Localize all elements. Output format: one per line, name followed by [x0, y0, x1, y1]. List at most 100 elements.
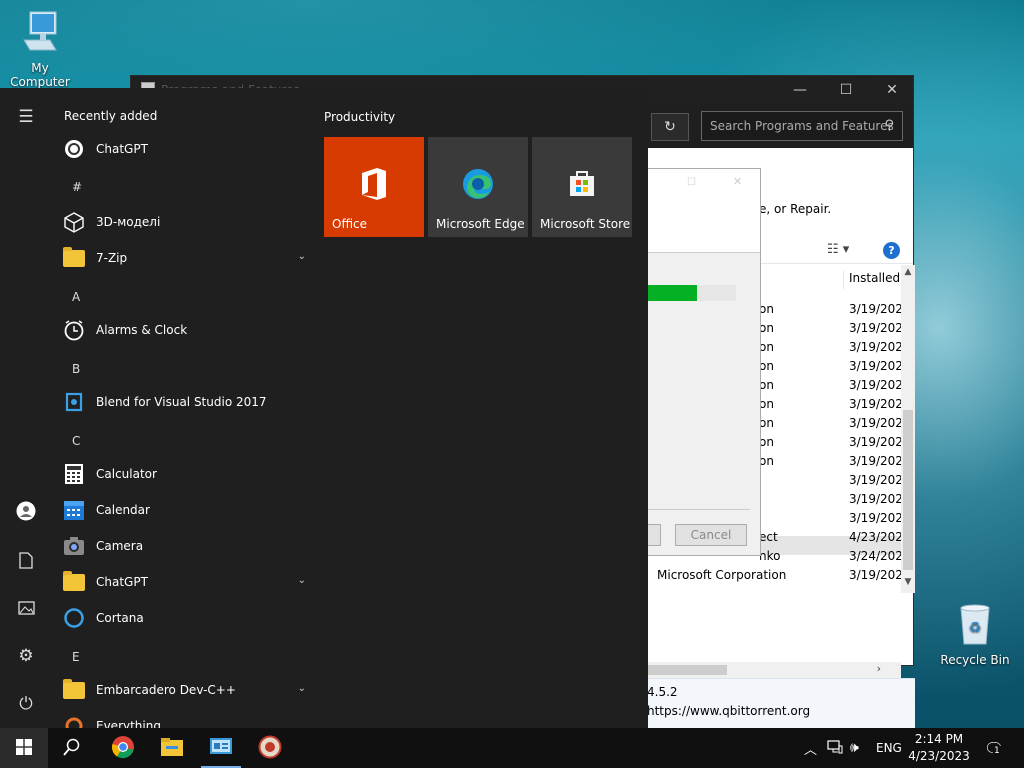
cancel-button[interactable]: Cancel — [675, 524, 747, 546]
app-chatgpt-recent[interactable]: ChatGPT — [62, 134, 306, 164]
taskbar-control-panel[interactable] — [197, 728, 245, 768]
app-calendar[interactable]: Calendar — [62, 495, 306, 525]
horizontal-scrollbar[interactable]: › — [647, 662, 901, 678]
taskbar-installer-app[interactable] — [246, 728, 294, 768]
row-publisher: on — [759, 359, 774, 373]
minimize-button[interactable]: — — [777, 76, 823, 104]
view-options-icon[interactable]: ☷ ▾ — [827, 242, 849, 257]
row-installed-on: 3/19/2023 — [849, 492, 901, 506]
app-label: Everything — [96, 719, 161, 728]
scroll-right-icon[interactable]: › — [877, 662, 881, 675]
control-panel-icon — [209, 737, 233, 760]
desktop-icon-recycle-bin[interactable]: ♻ Recycle Bin — [935, 602, 1015, 667]
action-center-button[interactable]: 🗨1 — [984, 728, 1004, 768]
taskbar-file-explorer[interactable] — [148, 728, 196, 768]
letter-header-c[interactable]: C — [72, 434, 80, 448]
computer-icon — [0, 10, 80, 57]
row-publisher: on — [759, 397, 774, 411]
app-camera[interactable]: Camera — [62, 531, 306, 561]
app-folder-7zip[interactable]: 7-Zip ⌄ — [62, 243, 306, 273]
maximize-button[interactable]: ☐ — [823, 76, 869, 104]
letter-header-hash[interactable]: # — [72, 180, 82, 194]
edge-icon — [461, 167, 495, 204]
details-url[interactable]: https://www.qbittorrent.org — [647, 704, 810, 718]
letter-header-b[interactable]: B — [72, 362, 80, 376]
file-explorer-icon — [160, 737, 184, 760]
store-icon — [566, 167, 598, 202]
power-icon[interactable]: ⏻ — [15, 693, 37, 715]
scroll-up-icon[interactable]: ▲ — [901, 267, 915, 281]
row-installed-on: 3/19/2023 — [849, 359, 901, 373]
row-installed-on: 4/23/2023 — [849, 530, 901, 544]
column-header-installed-on[interactable]: Installed O — [843, 271, 901, 289]
scrollbar-thumb[interactable] — [647, 665, 727, 675]
documents-icon[interactable] — [15, 549, 37, 571]
dialog-maximize-icon: ☐ — [687, 177, 696, 188]
user-account-icon[interactable] — [15, 500, 37, 522]
chevron-down-icon: ⌄ — [297, 251, 306, 262]
settings-gear-icon[interactable]: ⚙ — [15, 645, 37, 667]
letter-header-e[interactable]: E — [72, 650, 80, 664]
row-installed-on: 3/19/2023 — [849, 397, 901, 411]
app-list[interactable]: Recently added ChatGPT # 3D-моделі 7-Zip… — [50, 88, 312, 728]
search-button[interactable] — [48, 728, 96, 768]
folder-icon — [62, 570, 86, 594]
tile-microsoft-store[interactable]: Microsoft Store — [532, 137, 632, 237]
desktop-icon-my-computer[interactable]: My Computer — [0, 10, 80, 89]
taskbar-chrome[interactable] — [99, 728, 147, 768]
row-publisher: on — [759, 454, 774, 468]
app-label: Blend for Visual Studio 2017 — [96, 395, 267, 409]
search-icon: ⚲ — [884, 118, 894, 133]
language-indicator[interactable]: ENG — [876, 728, 902, 768]
app-calculator[interactable]: Calculator — [62, 459, 306, 489]
search-icon — [63, 738, 81, 759]
details-version: 4.5.2 — [647, 685, 678, 699]
app-3d-models[interactable]: 3D-моделі — [62, 207, 306, 237]
help-icon[interactable]: ? — [883, 242, 900, 259]
start-rail: ☰ ⚙ ⏻ — [0, 88, 50, 728]
row-publisher: ect — [759, 530, 778, 544]
svg-text:♻: ♻ — [969, 620, 982, 636]
letter-header-a[interactable]: A — [72, 290, 80, 304]
refresh-button[interactable]: ↻ — [651, 113, 689, 141]
close-icon: ✕ — [886, 82, 898, 98]
app-label: Calculator — [96, 467, 157, 481]
row-installed-on: 3/19/2023 — [849, 511, 901, 525]
scroll-down-icon[interactable]: ▼ — [901, 577, 915, 591]
blend-icon — [62, 390, 86, 414]
app-cortana[interactable]: Cortana — [62, 603, 306, 633]
dialog-close-icon: ✕ — [733, 175, 743, 188]
taskbar: ︿ 🕪 ENG 2:14 PM 4/23/2023 🗨1 — [0, 728, 1024, 768]
app-label: ChatGPT — [96, 575, 148, 589]
app-folder-chatgpt[interactable]: ChatGPT ⌄ — [62, 567, 306, 597]
hamburger-menu-icon[interactable]: ☰ — [15, 106, 37, 128]
app-blend-vs2017[interactable]: Blend for Visual Studio 2017 — [62, 387, 306, 417]
taskbar-clock[interactable]: 2:14 PM 4/23/2023 — [906, 731, 972, 765]
app-folder-devcpp[interactable]: Embarcadero Dev-C++ ⌄ — [62, 675, 306, 705]
start-button[interactable] — [0, 728, 48, 768]
folder-icon — [62, 678, 86, 702]
tile-office[interactable]: Office — [324, 137, 424, 237]
row-installed-on: 3/19/2023 — [849, 340, 901, 354]
search-input[interactable]: Search Programs and Features ⚲ — [701, 111, 903, 141]
tile-microsoft-edge[interactable]: Microsoft Edge — [428, 137, 528, 237]
close-button[interactable]: ✕ — [869, 76, 915, 104]
volume-button[interactable]: 🕪 — [850, 728, 859, 768]
desktop-icon-label: My Computer — [10, 61, 70, 89]
office-icon — [359, 167, 389, 204]
app-alarms-clock[interactable]: Alarms & Clock — [62, 315, 306, 345]
recycle-bin-icon: ♻ — [935, 602, 1015, 649]
row-publisher: on — [759, 435, 774, 449]
pictures-icon[interactable] — [15, 597, 37, 619]
app-everything[interactable]: Everything — [62, 711, 306, 728]
show-hidden-icons-button[interactable]: ︿ — [804, 728, 817, 768]
row-publisher: on — [759, 302, 774, 316]
app-label: Alarms & Clock — [96, 323, 188, 337]
row-installed-on: 3/19/2023 — [849, 416, 901, 430]
row-installed-on: 3/24/2023 — [849, 549, 901, 563]
minimize-icon: — — [793, 82, 807, 98]
start-menu[interactable]: ☰ ⚙ ⏻ Recently added ChatGPT # 3D-моделі… — [0, 88, 648, 728]
vertical-scrollbar[interactable]: ▲ ▼ — [901, 265, 915, 593]
scrollbar-thumb[interactable] — [903, 410, 913, 570]
network-button[interactable] — [827, 728, 843, 768]
